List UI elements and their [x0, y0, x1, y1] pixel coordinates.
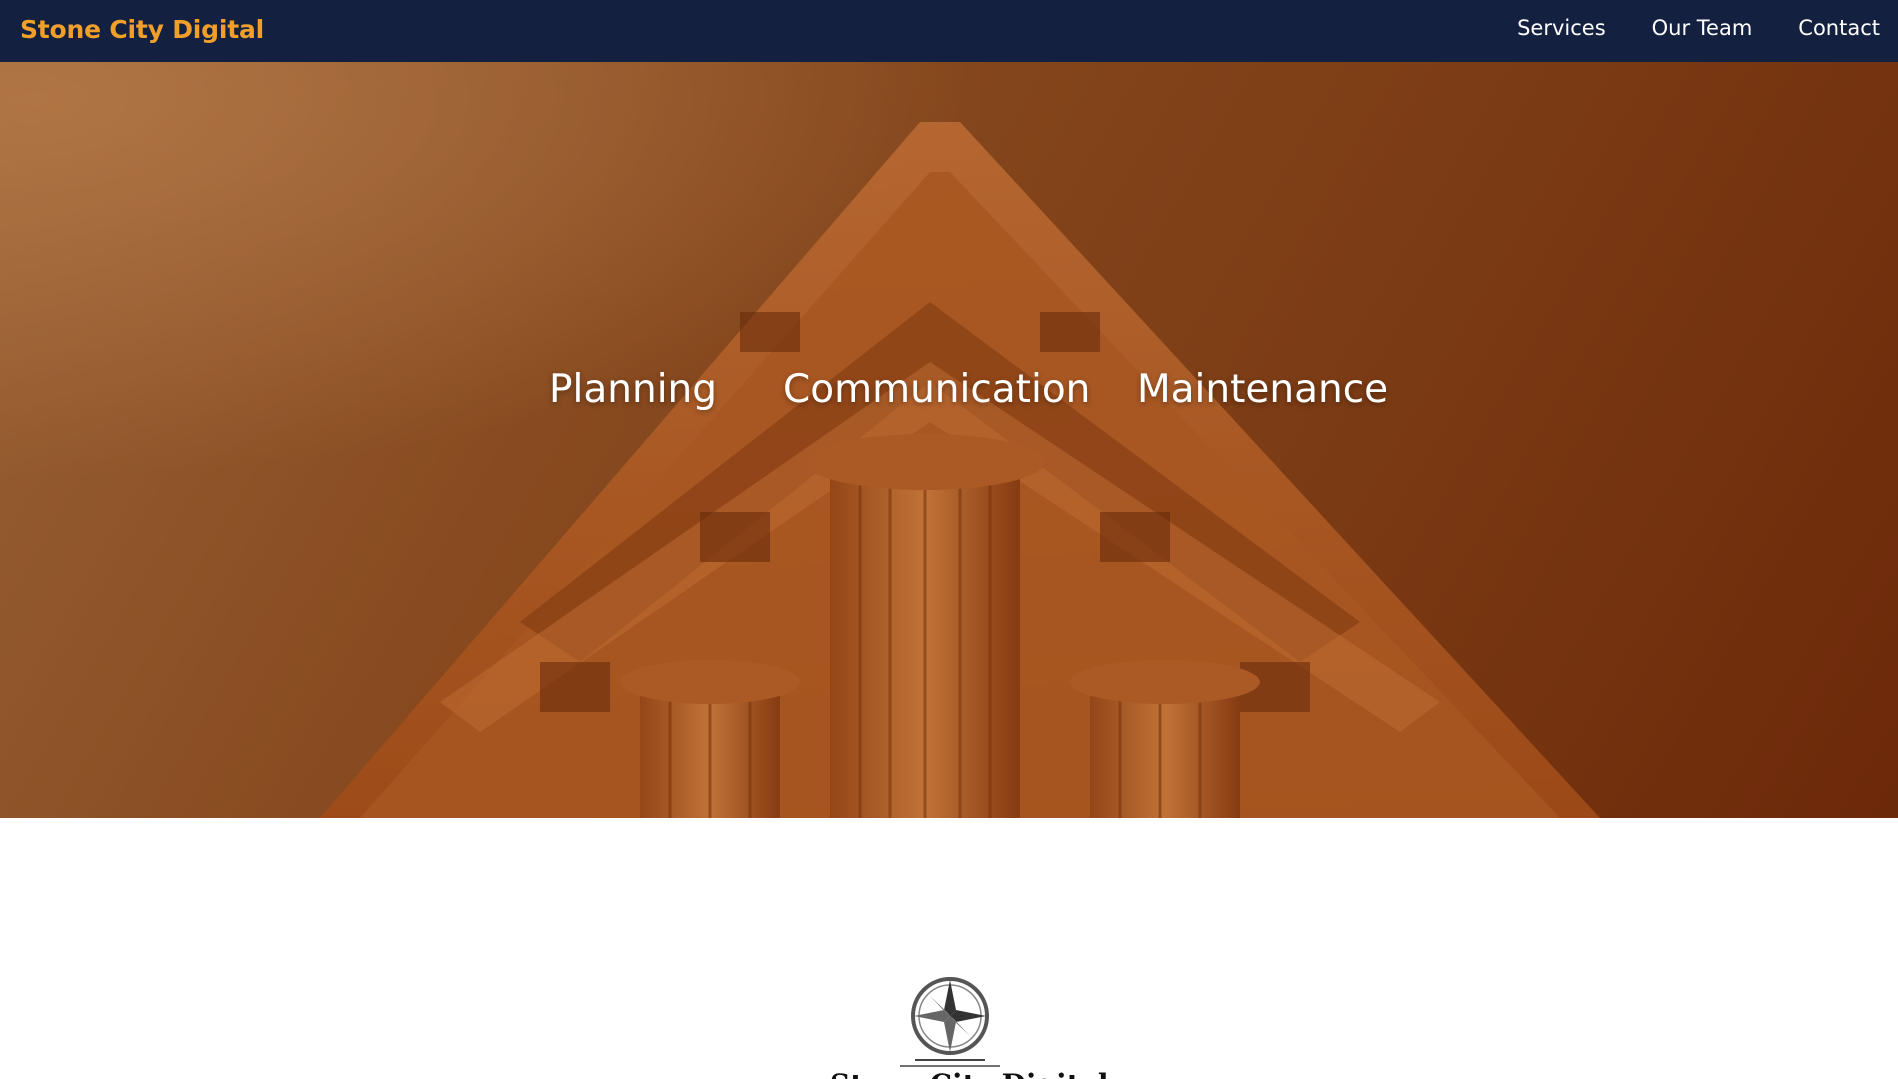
nav-link-our-team[interactable]: Our Team [1652, 16, 1753, 40]
hero-word-planning: Planning [549, 367, 717, 412]
top-navbar: Stone City Digital Services Our Team Con… [0, 0, 1898, 62]
logo-text: Stone City Digital [830, 1068, 1108, 1079]
compass-rose-icon [900, 977, 1000, 1067]
nav-link-contact[interactable]: Contact [1798, 16, 1880, 40]
brand-link[interactable]: Stone City Digital [20, 15, 264, 44]
company-logo: Stone City Digital [830, 976, 1108, 1079]
nav-link-services[interactable]: Services [1517, 16, 1606, 40]
nav-links: Services Our Team Contact [1517, 16, 1880, 40]
hero-word-maintenance: Maintenance [1137, 367, 1389, 412]
temple-columns-image [0, 62, 1898, 818]
hero-word-communication: Communication [783, 367, 1091, 412]
hero-banner: Planning Communication Maintenance [0, 62, 1898, 818]
logo-section: Stone City Digital [0, 818, 1898, 1079]
hero-word-list: Planning Communication Maintenance [0, 367, 1898, 427]
